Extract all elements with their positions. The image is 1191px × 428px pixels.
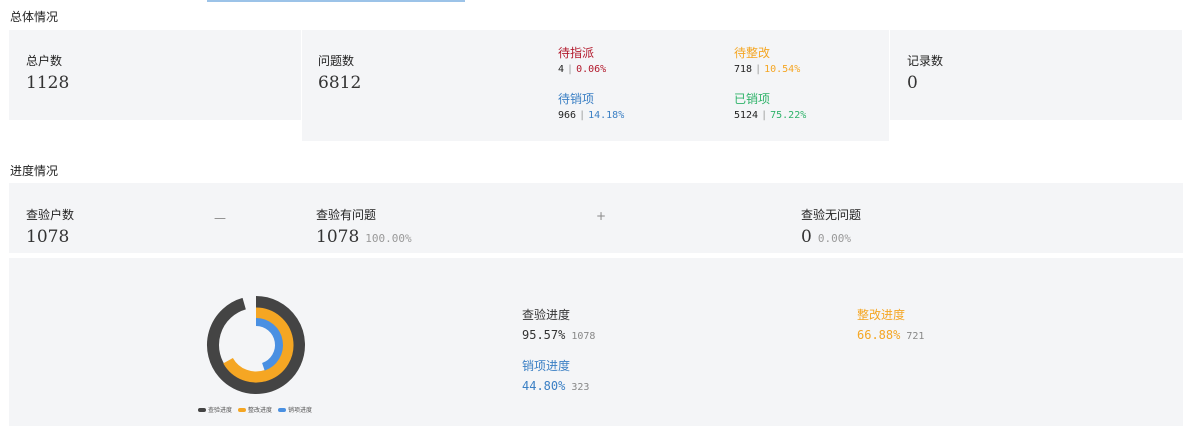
- pending-assign-count: 4: [558, 64, 565, 75]
- cancel-progress-pct: 44.80%: [522, 379, 566, 393]
- legend-item-cancel[interactable]: 销项进度: [278, 405, 312, 414]
- pending-cancel-pct: 14.18%: [588, 110, 625, 121]
- rectify-progress-pct: 66.88%: [857, 328, 901, 342]
- records-panel: 记录数 0: [890, 30, 1182, 120]
- progress-donut-chart: [207, 296, 305, 394]
- legend-item-rectify[interactable]: 整改进度: [238, 405, 272, 414]
- households-label: 总户数: [26, 54, 63, 68]
- no-issues-row: 0 0.00%: [801, 227, 851, 247]
- legend-label-check: 查验进度: [208, 407, 233, 414]
- pending-cancel-label: 待销项: [558, 92, 595, 106]
- check-progress: 查验进度 95.57% 1078: [522, 306, 595, 343]
- pending-assign-pct: 0.06%: [576, 64, 607, 75]
- legend-label-cancel: 销项进度: [288, 407, 313, 414]
- stat-pending-rectify[interactable]: 待整改 718 | 10.54%: [734, 44, 800, 75]
- plus-sign: +: [596, 209, 607, 223]
- cancel-progress-label: 销项进度: [522, 359, 571, 373]
- legend-swatch-rectify: [238, 407, 247, 412]
- rectify-progress-label: 整改进度: [857, 308, 906, 322]
- progress-chart-panel: 查验进度 95.57% 1078 销项进度 44.80% 323 整改进度 66.8…: [9, 258, 1183, 426]
- with-issues-pct: 100.00%: [365, 232, 412, 245]
- stat-pending-cancel[interactable]: 待销项 966 | 14.18%: [558, 90, 624, 121]
- pending-rectify-label: 待整改: [734, 46, 771, 60]
- stat-cancelled[interactable]: 已销项 5124 | 75.22%: [734, 90, 806, 121]
- legend-swatch-check: [198, 407, 206, 412]
- rectify-progress-count: 721: [906, 331, 925, 342]
- checked-households-label: 查验户数: [26, 208, 75, 222]
- rectify-progress: 整改进度 66.88% 721: [857, 306, 924, 343]
- legend-item-check[interactable]: 查验进度: [198, 405, 232, 414]
- check-progress-pct: 95.57%: [522, 328, 566, 342]
- section-title-progress: 进度情况: [10, 164, 59, 178]
- cancel-progress-ring[interactable]: [255, 318, 283, 371]
- cancelled-label: 已销项: [734, 92, 771, 106]
- no-issues-pct: 0.00%: [817, 232, 851, 245]
- pending-assign-label: 待指派: [558, 46, 595, 60]
- pending-rectify-pct: 10.54%: [764, 64, 801, 75]
- no-issues-value: 0: [801, 227, 812, 247]
- cancel-progress: 销项进度 44.80% 323: [522, 357, 589, 394]
- stat-pending-assign[interactable]: 待指派 4 | 0.06%: [558, 44, 606, 75]
- checked-households-value: 1078: [26, 227, 70, 247]
- check-progress-label: 查验进度: [522, 308, 571, 322]
- issues-panel: 问题数 6812 待指派 4 | 0.06% 待整改 718 | 10.54% 待销项 …: [302, 30, 889, 141]
- legend-swatch-cancel: [278, 407, 287, 412]
- households-value: 1128: [26, 73, 70, 93]
- cancelled-pct: 75.22%: [770, 110, 807, 121]
- section-title-overall: 总体情况: [10, 10, 59, 24]
- chart-legend: 查验进度 整改进度 销项进度: [198, 405, 312, 414]
- legend-label-rectify: 整改进度: [248, 407, 273, 414]
- records-label: 记录数: [907, 54, 944, 68]
- issues-value: 6812: [318, 73, 362, 93]
- cancelled-count: 5124: [734, 110, 759, 121]
- with-issues-value: 1078: [316, 227, 360, 247]
- check-summary-panel: 查验户数 1078 — 查验有问题 1078 100.00% + 查验无问题 00…: [9, 183, 1183, 253]
- check-progress-count: 1078: [571, 331, 596, 342]
- top-accent-line: [207, 0, 465, 2]
- households-panel: 总户数 1128: [9, 30, 301, 120]
- cancel-progress-count: 323: [571, 382, 590, 393]
- no-issues-label: 查验无问题: [801, 208, 862, 222]
- pending-cancel-count: 966: [558, 110, 577, 121]
- issues-label: 问题数: [318, 54, 355, 68]
- records-value: 0: [907, 73, 918, 93]
- pending-rectify-count: 718: [734, 64, 753, 75]
- with-issues-label: 查验有问题: [316, 208, 377, 222]
- with-issues-row: 1078 100.00%: [316, 227, 412, 247]
- minus-sign: —: [214, 211, 226, 225]
